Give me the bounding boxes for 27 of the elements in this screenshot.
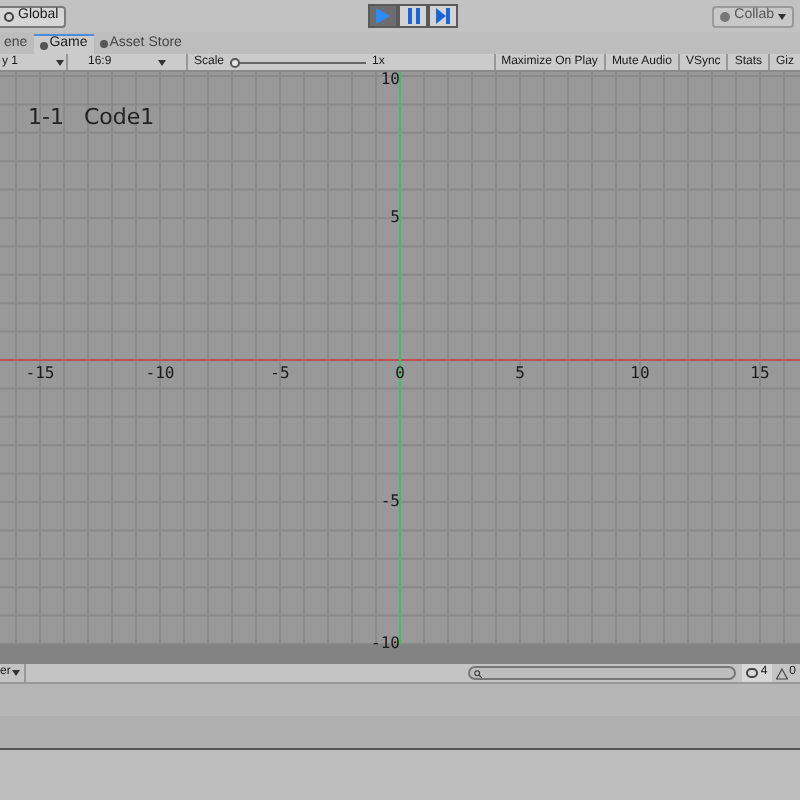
- scale-slider[interactable]: [230, 57, 367, 67]
- search-field[interactable]: [468, 666, 737, 680]
- axis-label: 5: [390, 210, 400, 226]
- axis-label: 10: [380, 72, 400, 88]
- search-icon: [474, 669, 483, 677]
- pause-button[interactable]: [398, 4, 429, 28]
- caret-icon: [778, 13, 786, 19]
- slider-thumb[interactable]: [230, 57, 241, 67]
- caret-icon: [158, 59, 166, 65]
- overlay-text: 1-1: [28, 102, 64, 134]
- step-button[interactable]: [428, 4, 459, 28]
- play-icon: [376, 8, 391, 24]
- caret-icon: [56, 59, 64, 65]
- warning-icon: [775, 667, 788, 679]
- pause-icon: [407, 8, 420, 24]
- axis-label: -10: [145, 366, 175, 382]
- axis-label: -5: [380, 494, 400, 510]
- axis-label: 5: [515, 366, 525, 382]
- axis-label: -5: [270, 366, 290, 382]
- axis-label: -10: [371, 636, 400, 652]
- overlay-text: Code1: [83, 102, 155, 134]
- caret-icon: [12, 670, 21, 676]
- info-icon: [746, 668, 759, 678]
- axis-label: 10: [630, 366, 650, 382]
- axis-label: -15: [25, 366, 55, 382]
- step-icon: [436, 8, 451, 24]
- axis-label: 15: [750, 366, 770, 382]
